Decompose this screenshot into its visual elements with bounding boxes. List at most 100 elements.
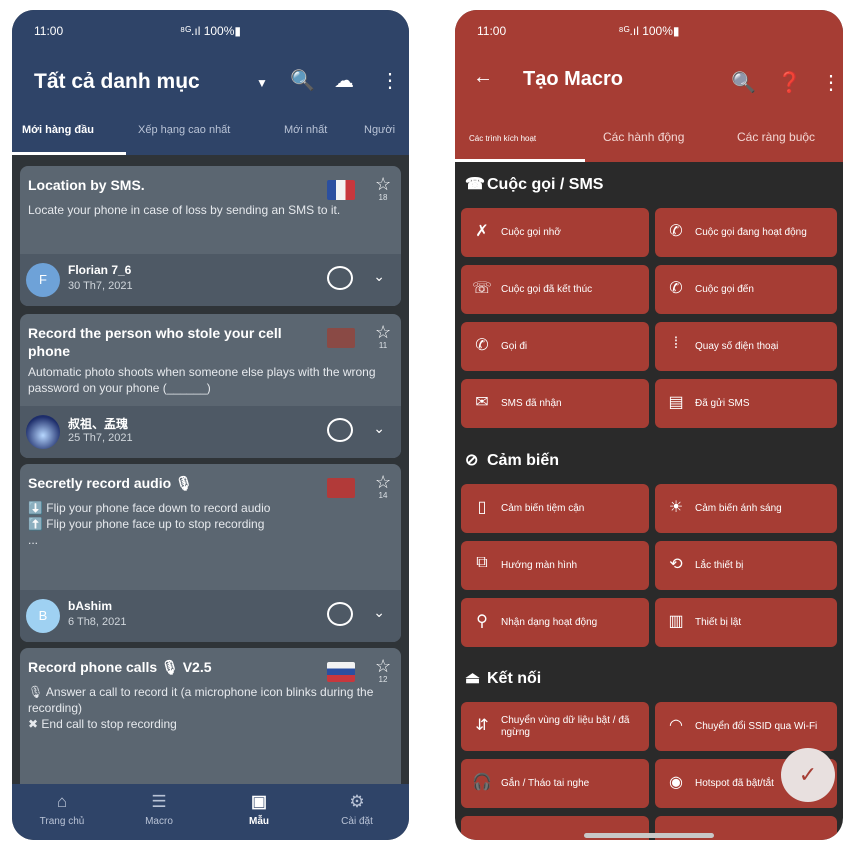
tab-triggers[interactable]: Các trình kích hoạt xyxy=(469,134,536,143)
trigger-tile[interactable]: ▥ Thiết bị lật xyxy=(655,598,837,647)
more-icon[interactable]: ⋮ xyxy=(821,70,841,95)
star-icon[interactable]: ☆ 14 xyxy=(375,472,391,500)
trigger-tile[interactable]: ✉ SMS đã nhận xyxy=(461,379,649,428)
comment-icon[interactable] xyxy=(327,418,353,442)
tab-bar: Mới hàng đầu Xếp hạng cao nhất Mới nhất … xyxy=(12,122,409,155)
author-name: Florian 7_6 xyxy=(68,263,132,277)
tab-constraints[interactable]: Các ràng buộc xyxy=(737,130,815,144)
bottom-navigation: ⌂ Trang chủ ☰ Macro ▣ Mẫu ⚙ Cài đặt xyxy=(12,784,409,840)
list-icon: ☰ xyxy=(151,792,167,811)
trigger-tile[interactable]: ✗ Cuộc gọi nhỡ xyxy=(461,208,649,257)
tile-label: Gắn / Tháo tai nghe xyxy=(501,777,590,789)
flag-icon xyxy=(327,662,355,682)
status-signal: ⁸ᴳ.ıl 100%▮ xyxy=(618,24,680,38)
dropdown-icon[interactable]: ▼ xyxy=(256,76,268,90)
section-title-calls: ☎ Cuộc gọi / SMS xyxy=(465,176,604,193)
back-arrow-icon[interactable]: ← xyxy=(473,66,493,89)
star-count: 12 xyxy=(378,675,388,684)
star-icon[interactable]: ☆ 18 xyxy=(375,174,391,202)
nav-home[interactable]: ⌂ Trang chủ xyxy=(22,792,102,827)
incoming-call-icon: ✆ xyxy=(669,280,683,297)
nav-settings[interactable]: ⚙ Cài đặt xyxy=(317,792,397,827)
tab-actions[interactable]: Các hành động xyxy=(603,130,684,144)
search-icon[interactable]: 🔍 xyxy=(731,70,756,95)
page-title: Tất cả danh mục xyxy=(34,70,200,93)
chevron-down-icon[interactable]: ⌄ xyxy=(373,420,385,437)
status-signal: ⁸ᴳ.ıl 100%▮ xyxy=(180,24,241,38)
card-description: Locate your phone in case of loss by sen… xyxy=(28,203,341,217)
trigger-tile[interactable]: ✆ Gọi đi xyxy=(461,322,649,371)
star-count: 14 xyxy=(378,491,388,500)
trigger-tile[interactable]: ⁞ Quay số điện thoại xyxy=(655,322,837,371)
status-time: 11:00 xyxy=(477,24,507,38)
trigger-tile[interactable]: ⧉ Hướng màn hình xyxy=(461,541,649,590)
trigger-tile[interactable]: ▤ Đã gửi SMS xyxy=(655,379,837,428)
tile-label: Cuộc gọi đã kết thúc xyxy=(501,283,593,295)
tile-label: Quay số điện thoại xyxy=(695,340,779,352)
avatar xyxy=(26,415,60,449)
more-icon[interactable]: ⋮ xyxy=(380,68,400,93)
search-icon[interactable]: 🔍 xyxy=(290,68,315,93)
chevron-down-icon[interactable]: ⌄ xyxy=(373,268,385,285)
phone-icon: ☎ xyxy=(465,176,485,193)
comment-icon[interactable] xyxy=(327,266,353,290)
nav-label: Trang chủ xyxy=(39,816,85,827)
trigger-tile[interactable]: ✆ Cuộc gọi đang hoạt động xyxy=(655,208,837,257)
tab-users[interactable]: Người xyxy=(364,124,395,136)
trigger-tile[interactable]: ◠ Chuyển đổi SSID qua Wi-Fi xyxy=(655,702,837,751)
help-icon[interactable]: ❓ xyxy=(777,70,802,95)
tile-label: Lắc thiết bị xyxy=(695,559,744,571)
trigger-tile[interactable]: ☏ Cuộc gọi đã kết thúc xyxy=(461,265,649,314)
author-name: 叔祖、孟瑰 xyxy=(68,417,129,431)
nav-macro[interactable]: ☰ Macro xyxy=(119,792,199,827)
card-footer: F Florian 7_6 30 Th7, 2021 ⌄ xyxy=(20,254,401,306)
bike-icon: ⚲ xyxy=(476,613,488,630)
nav-label: Mẫu xyxy=(249,816,269,827)
gesture-bar xyxy=(584,833,714,838)
light-sensor-icon: ☀ xyxy=(668,499,684,516)
missed-call-icon: ✗ xyxy=(475,223,489,240)
post-date: 6 Th8, 2021 xyxy=(68,616,127,628)
template-card[interactable]: Location by SMS. Locate your phone in ca… xyxy=(20,166,401,306)
tab-indicator xyxy=(12,152,126,155)
tile-label: SMS đã nhận xyxy=(501,397,562,409)
tile-label: Cảm biến tiệm cận xyxy=(501,502,585,514)
roaming-icon: ⇵ xyxy=(475,717,489,734)
page-title: Tạo Macro xyxy=(523,68,624,90)
card-description: Automatic photo shoots when someone else… xyxy=(28,365,376,395)
confirm-fab[interactable]: ✓ xyxy=(781,748,835,802)
template-card[interactable]: Record the person who stole your cell ph… xyxy=(20,314,401,458)
star-icon[interactable]: ☆ 11 xyxy=(375,322,391,350)
nav-templates[interactable]: ▣ Mẫu xyxy=(219,792,299,827)
status-time: 11:00 xyxy=(34,24,64,38)
section-title-sensors: ⊘ Cảm biến xyxy=(465,452,560,469)
comment-icon[interactable] xyxy=(327,602,353,626)
cloud-upload-icon[interactable]: ☁ xyxy=(334,68,354,93)
tile-label: Cuộc gọi đến xyxy=(695,283,754,295)
phone-left-screenshot: 11:00 ⁸ᴳ.ıl 100%▮ Tất cả danh mục ▼ 🔍 ☁ … xyxy=(12,10,409,840)
card-description: 🎙 Answer a call to record it (a micropho… xyxy=(28,685,374,731)
headphones-icon: 🎧 xyxy=(472,774,492,791)
trigger-tile[interactable]: ⚲ Nhận dạng hoạt động xyxy=(461,598,649,647)
tile-label: Thiết bị lật xyxy=(695,616,742,628)
trigger-tile[interactable]: ⇵ Chuyển vùng dữ liệu bật / đã ngừng xyxy=(461,702,649,751)
sms-received-icon: ✉ xyxy=(475,394,489,411)
templates-icon: ▣ xyxy=(250,792,268,811)
flag-icon xyxy=(327,328,355,348)
template-card[interactable]: Secretly record audio 🎙 ⬇️ Flip your pho… xyxy=(20,464,401,642)
trigger-tile[interactable]: 🎧 Gắn / Tháo tai nghe xyxy=(461,759,649,808)
star-count: 11 xyxy=(378,341,388,350)
trigger-tile[interactable]: ☀ Cảm biến ánh sáng xyxy=(655,484,837,533)
tab-top-new[interactable]: Mới hàng đầu xyxy=(22,124,94,136)
check-icon: ✓ xyxy=(798,762,818,787)
chevron-down-icon[interactable]: ⌄ xyxy=(373,604,385,621)
section-title-connectivity: ⏏ Kết nối xyxy=(465,670,542,687)
sms-sent-icon: ▤ xyxy=(668,394,684,411)
status-bar: 11:00 ⁸ᴳ.ıl 100%▮ xyxy=(455,24,843,42)
trigger-tile[interactable]: ⟲ Lắc thiết bị xyxy=(655,541,837,590)
trigger-tile[interactable]: ✆ Cuộc gọi đến xyxy=(655,265,837,314)
tab-top-rated[interactable]: Xếp hạng cao nhất xyxy=(138,124,230,136)
trigger-tile[interactable]: ▯ Cảm biến tiệm cận xyxy=(461,484,649,533)
tab-newest[interactable]: Mới nhất xyxy=(284,124,327,136)
star-icon[interactable]: ☆ 12 xyxy=(375,656,391,684)
